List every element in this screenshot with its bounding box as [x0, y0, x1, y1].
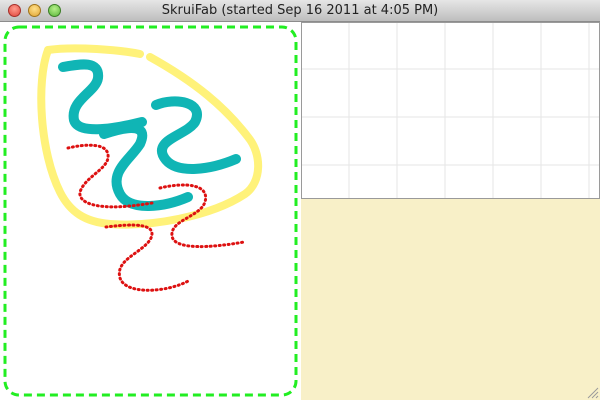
drawing-surface[interactable] [0, 22, 301, 400]
teal-stroke-1 [58, 59, 147, 135]
red-dotted-stroke-1 [66, 143, 154, 209]
grid-surface [302, 23, 599, 198]
resize-grip-icon[interactable] [585, 385, 599, 399]
drawing-canvas[interactable] [0, 22, 301, 400]
title-bar[interactable]: SkruiFab (started Sep 16 2011 at 4:05 PM… [0, 0, 600, 22]
red-dotted-stroke-3 [104, 223, 192, 292]
grid-preview-panel[interactable] [301, 22, 600, 199]
yellow-highlight-stroke [37, 46, 263, 229]
window-title: SkruiFab (started Sep 16 2011 at 4:05 PM… [161, 3, 439, 18]
yellow-highlight-stroke-top [44, 44, 144, 58]
board-outline [3, 25, 298, 397]
app-window: SkruiFab (started Sep 16 2011 at 4:05 PM… [0, 0, 600, 400]
